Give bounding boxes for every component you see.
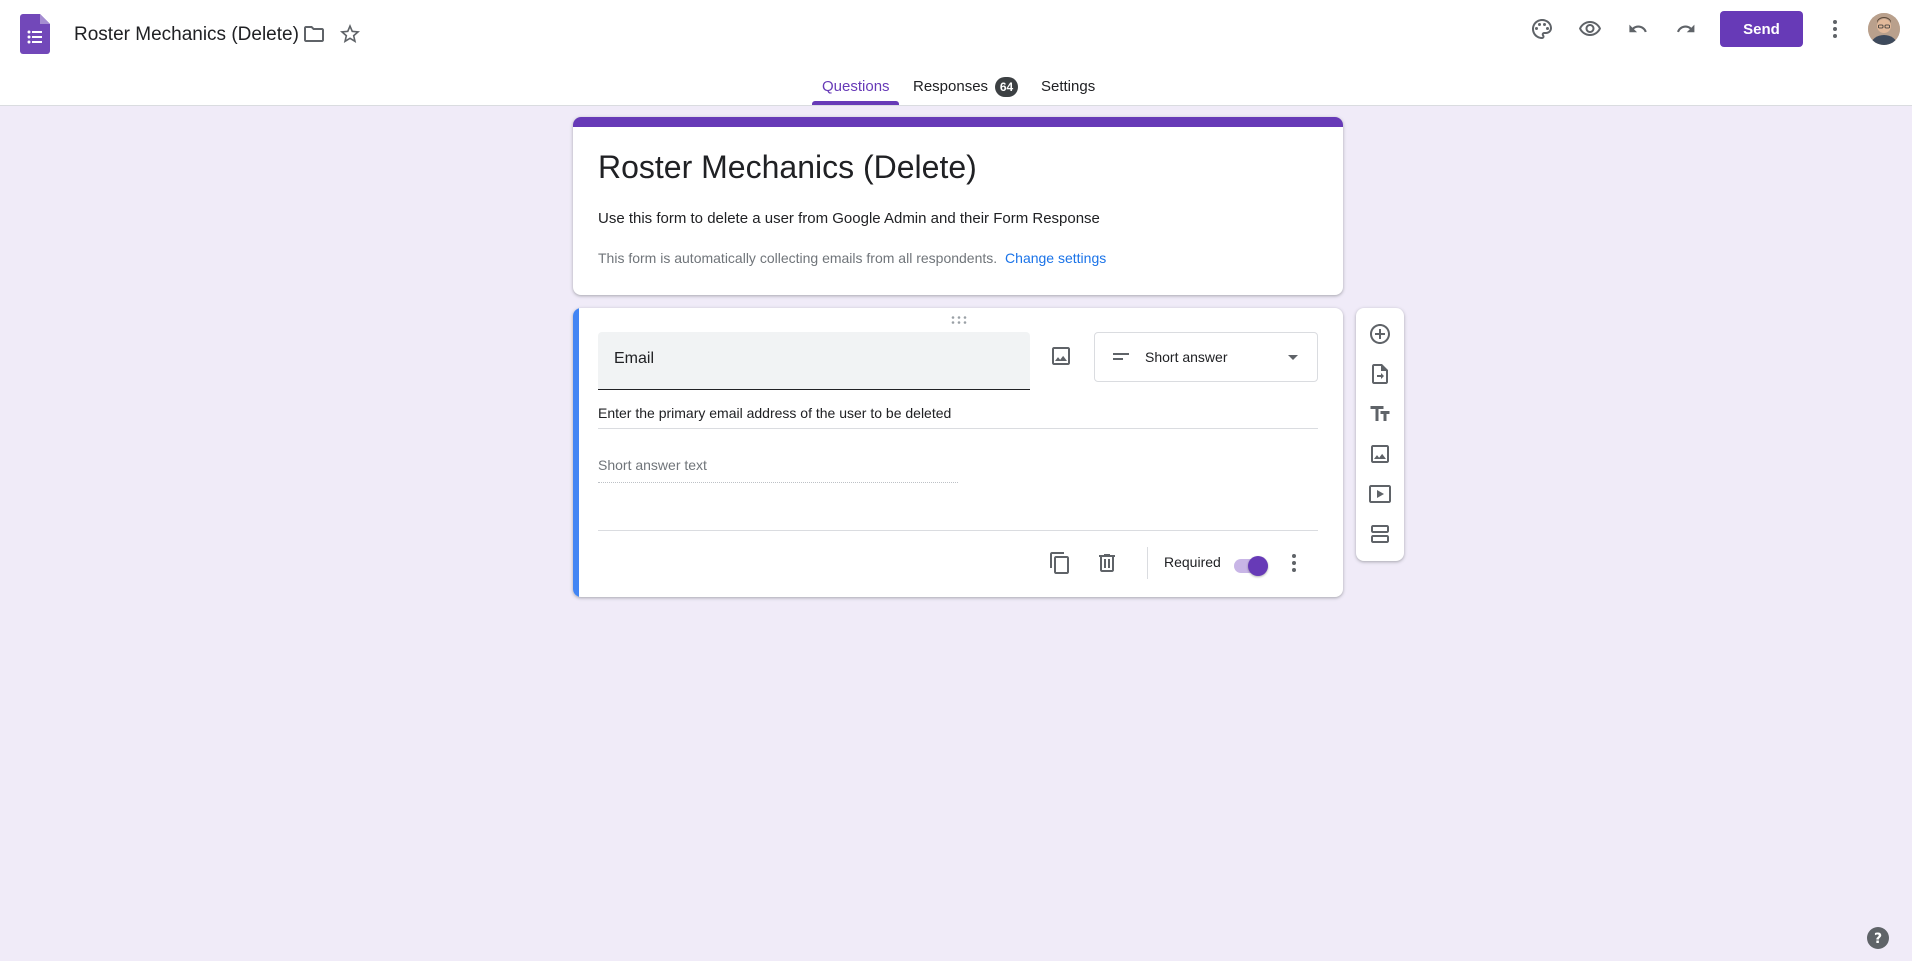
more-vert-icon[interactable] [1815,9,1855,49]
avatar[interactable] [1868,13,1900,45]
doc-title[interactable]: Roster Mechanics (Delete) [74,22,299,48]
dropdown-arrow-icon [1288,355,1298,360]
tab-settings[interactable]: Settings [1041,78,1095,106]
add-question-icon[interactable] [1360,314,1400,354]
question-title-input[interactable]: Email [598,332,1030,390]
palette-icon[interactable] [1522,9,1562,49]
app-header: Roster Mechanics (Delete) Send Questions… [0,0,1912,106]
question-description-input[interactable]: Enter the primary email address of the u… [598,405,1318,429]
add-section-icon[interactable] [1360,514,1400,554]
question-more-icon[interactable] [1274,543,1314,583]
active-tab-indicator [812,101,899,105]
email-collection-note: This form is automatically collecting em… [598,250,1106,266]
add-image-toolbar-icon[interactable] [1360,434,1400,474]
form-header-card[interactable]: Roster Mechanics (Delete) Use this form … [573,117,1343,295]
drag-handle-icon[interactable] [950,315,968,325]
theme-color-strip [573,117,1343,127]
svg-text:?: ? [1874,931,1882,947]
question-footer-divider [598,530,1318,531]
redo-icon[interactable] [1666,9,1706,49]
required-label: Required [1164,554,1221,570]
import-questions-icon[interactable] [1360,354,1400,394]
responses-count-badge: 64 [995,77,1018,97]
question-type-dropdown[interactable]: Short answer [1094,332,1318,382]
form-title[interactable]: Roster Mechanics (Delete) [598,147,977,187]
preview-eye-icon[interactable] [1570,9,1610,49]
delete-trash-icon[interactable] [1087,543,1127,583]
change-settings-link[interactable]: Change settings [1005,250,1106,266]
floating-toolbar [1356,308,1404,561]
add-title-text-icon[interactable] [1360,394,1400,434]
active-question-indicator [573,308,579,597]
folder-icon[interactable] [294,14,334,54]
question-type-label: Short answer [1145,349,1228,365]
footer-vertical-divider [1147,547,1148,579]
tab-responses[interactable]: Responses [913,78,988,106]
duplicate-icon[interactable] [1040,543,1080,583]
forms-logo-icon[interactable] [20,14,50,54]
email-collection-text: This form is automatically collecting em… [598,250,998,266]
help-icon[interactable]: ? [1866,926,1890,950]
form-description[interactable]: Use this form to delete a user from Goog… [598,210,1100,227]
required-toggle[interactable] [1232,554,1272,576]
send-button[interactable]: Send [1720,11,1803,47]
short-answer-icon [1113,353,1129,360]
add-video-icon[interactable] [1360,474,1400,514]
add-image-icon[interactable] [1041,336,1081,376]
toggle-thumb [1248,556,1268,576]
short-answer-preview: Short answer text [598,457,958,483]
undo-icon[interactable] [1618,9,1658,49]
star-icon[interactable] [330,14,370,54]
